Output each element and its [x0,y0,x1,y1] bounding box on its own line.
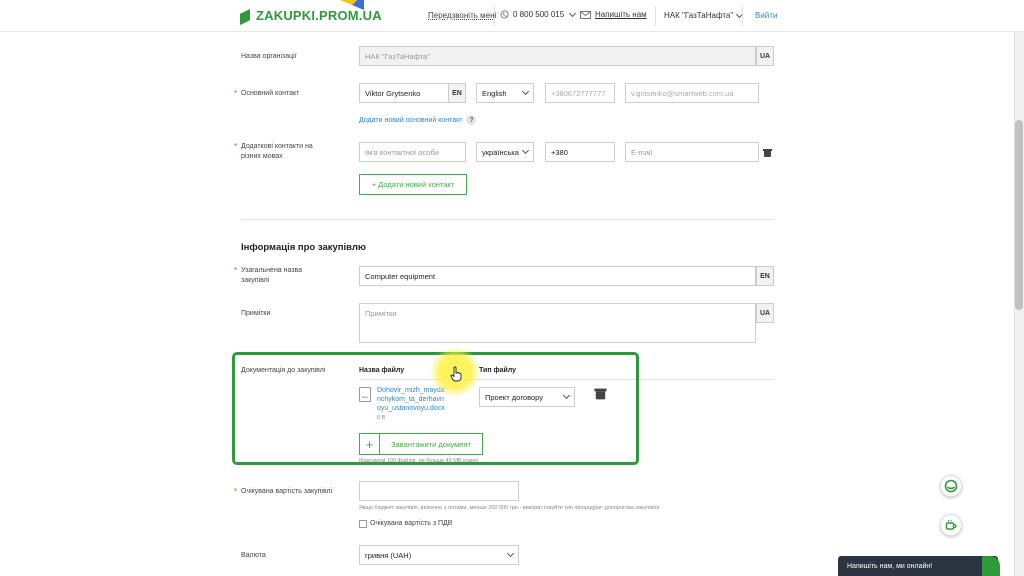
extra-contact-email-input[interactable]: E-mail [625,142,759,162]
chevron-down-icon [521,146,530,155]
chevron-down-icon [506,549,515,558]
phone-number: 0 800 500 015 [513,10,565,19]
add-contact-button[interactable]: + Додати новий контакт [359,174,467,195]
header-divider [655,6,656,26]
org-dropdown-label: НАК "ГазТаНафта" [664,11,734,20]
main-contact-email-field: v.gritsenko@smartweb.com.ua [625,83,759,103]
mail-icon [580,10,591,19]
write-us-label: Напишіть нам [595,10,647,19]
notes-textarea[interactable]: Примітки [359,303,756,343]
expected-value-hint: Якщо бюджет закупівлі, включно з лотами,… [359,505,660,511]
org-name-label: Назва організації [241,53,297,60]
procurement-section-title: Інформація про закупівлю [241,242,367,253]
extra-contact-language-select[interactable]: українська [476,142,534,162]
extra-contact-name-input[interactable]: Ім'я контактної особи [359,142,466,162]
header-divider [742,6,743,26]
extra-contacts-label: Додаткові контакти на різних мовах [234,142,331,162]
logo-mark-icon [240,5,252,25]
org-dropdown[interactable]: НАК "ГазТаНафта" [664,10,744,20]
callback-link[interactable]: Передзвоніть мені [428,11,496,20]
add-main-contact-link[interactable]: Додати новий основний контакт ? [359,115,477,125]
general-name-label: Узагальнена назва закупівлі [234,266,331,286]
coffee-widget-button[interactable] [940,514,962,536]
chat-corner-accent [982,556,1000,576]
help-icon[interactable]: ? [466,115,477,125]
trash-icon[interactable] [763,149,772,157]
currency-select[interactable]: гривня (UAH) [359,545,519,565]
header-divider [494,6,495,26]
vat-checkbox-label: Очікувана вартість з ПДВ [370,520,453,527]
currency-value: гривня (UAH) [365,550,412,560]
chevron-down-icon [569,9,577,17]
vat-checkbox[interactable] [359,520,367,528]
logo-text: ZAKUPKI.PROM.UA [256,7,382,23]
main-contact-lang-tag: EN [448,83,466,103]
general-name-lang-tag: EN [756,266,774,286]
extra-contact-phone-input[interactable]: +380 [545,142,615,162]
org-name-lang-tag: UA [756,46,774,66]
phone-icon [500,10,509,19]
hand-pointer-icon [450,366,462,382]
write-us-link[interactable]: Напишіть нам [580,10,647,19]
notes-label: Примітки [241,310,271,317]
chevron-down-icon [521,87,530,96]
top-header: ZAKUPKI.PROM.UA Передзвоніть мені 0 800 … [0,0,1024,32]
add-main-contact-label: Додати новий основний контакт [359,116,463,124]
logout-link[interactable]: Вийти [755,11,777,20]
main-contact-label: Основний контакт [234,89,299,99]
extra-contact-language-value: українська [482,147,519,157]
main-contact-phone-field: +380672777777 [545,83,615,103]
online-chat-bar[interactable]: Напишіть нам, ми онлайн! [838,556,998,576]
main-contact-name-input[interactable]: Viktor Grytsenko [359,83,449,103]
org-name-field: НАК "ГазТаНафта" [359,46,756,66]
main-contact-language-value: English [482,88,507,98]
expected-value-label: Очікувана вартість закупівлі [234,487,332,497]
coffee-cup-icon [945,520,957,530]
notes-lang-tag: UA [756,303,774,323]
support-icon [944,479,958,493]
section-divider [241,219,774,220]
online-chat-label: Напишіть нам, ми онлайн! [847,562,933,570]
scrollbar-thumb[interactable] [1015,120,1023,310]
expected-value-input[interactable] [359,481,519,501]
currency-label: Валюта [241,552,266,559]
main-contact-language-select[interactable]: English [476,83,534,103]
phone-dropdown[interactable]: 0 800 500 015 [500,9,577,19]
general-name-input[interactable]: Computer equipment [359,266,756,286]
support-widget-button[interactable] [940,475,962,497]
